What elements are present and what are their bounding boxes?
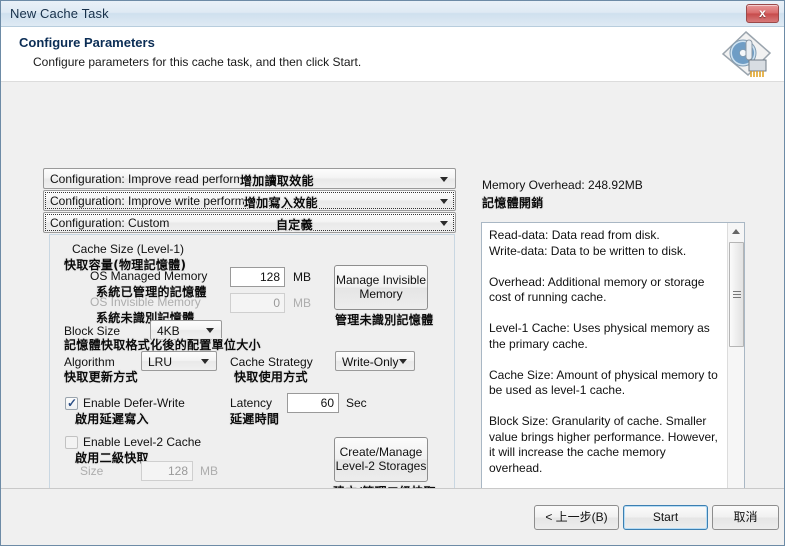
create-manage-line1: Create/Manage [339, 445, 423, 459]
latency-cjk: 延遲時間 [230, 412, 280, 426]
algorithm-label: Algorithm [64, 355, 115, 369]
config-combo-read-label: Configuration: Improve read performance [50, 172, 270, 186]
chevron-down-icon [440, 198, 448, 204]
checkmark-icon: ✓ [67, 396, 78, 410]
chevron-down-icon [201, 359, 209, 364]
scrollbar-thumb[interactable] [729, 242, 744, 347]
latency-label: Latency [230, 396, 273, 410]
enable-level2-cache-label: Enable Level-2 Cache [83, 435, 202, 449]
config-combo-custom-cjk: 自定義 [276, 218, 313, 232]
back-button-label: < 上一步(B) [545, 510, 608, 524]
create-manage-line2: Level-2 Storages [335, 459, 427, 473]
back-button[interactable]: < 上一步(B) [534, 505, 619, 530]
new-cache-task-window: New Cache Task x Configure Parameters Co… [0, 0, 785, 546]
latency-unit: Sec [346, 396, 367, 410]
algorithm-cjk: 快取更新方式 [64, 370, 138, 384]
enable-level2-cache-checkbox[interactable] [65, 436, 78, 449]
manage-invisible-memory-line2: Memory [359, 287, 403, 301]
cache-strategy-value: Write-Only [342, 355, 399, 369]
level2-size-label: Size [80, 464, 104, 478]
scroll-up-button[interactable] [728, 223, 744, 240]
title-bar: New Cache Task x [1, 1, 784, 27]
os-managed-memory-input[interactable]: 128 [230, 267, 285, 287]
page-subtitle: Configure parameters for this cache task… [33, 55, 362, 69]
config-combo-write-label: Configuration: Improve write performance [50, 194, 271, 208]
cancel-button-label: 取消 [733, 510, 758, 524]
config-combo-write-cjk: 增加寫入效能 [244, 196, 318, 210]
header-band: Configure Parameters Configure parameter… [1, 27, 784, 82]
latency-input[interactable]: 60 [287, 393, 339, 413]
cache-disk-icon [721, 30, 772, 77]
enable-defer-write-label: Enable Defer-Write [83, 396, 185, 410]
os-invisible-memory-label: OS Invisible Memory [90, 295, 201, 309]
algorithm-value: LRU [148, 355, 173, 369]
window-title: New Cache Task [10, 6, 109, 21]
create-manage-level2-storages-button[interactable]: Create/Manage Level-2 Storages [334, 437, 428, 482]
config-combo-custom[interactable]: Configuration: Custom 自定義 [43, 212, 456, 233]
config-combo-custom-label: Configuration: Custom [50, 216, 170, 230]
os-managed-memory-label: OS Managed Memory [90, 269, 208, 283]
footer-bar: < 上一步(B) Start 取消 [1, 488, 784, 545]
close-icon: x [759, 6, 766, 20]
manage-invisible-memory-line1: Manage Invisible [335, 273, 427, 287]
chevron-down-icon [440, 176, 448, 182]
close-button[interactable]: x [746, 4, 779, 23]
chevron-down-icon [206, 328, 214, 333]
start-button-label: Start [652, 510, 679, 524]
config-combo-write[interactable]: Configuration: Improve write performance… [43, 190, 456, 211]
enable-defer-write-cjk: 啟用延遲寫入 [75, 412, 149, 426]
chevron-up-icon [732, 229, 740, 234]
cache-strategy-cjk: 快取使用方式 [234, 370, 308, 384]
page-title: Configure Parameters [19, 35, 155, 50]
os-managed-memory-unit: MB [293, 270, 311, 284]
cache-strategy-combo[interactable]: Write-Only [335, 351, 415, 371]
config-combo-read-cjk: 增加讀取效能 [240, 174, 314, 188]
chevron-down-icon [399, 359, 407, 364]
manage-invisible-memory-button[interactable]: Manage Invisible Memory [334, 265, 428, 310]
cache-size-title: Cache Size (Level-1) [72, 242, 185, 256]
cache-strategy-label: Cache Strategy [230, 355, 313, 369]
algorithm-combo[interactable]: LRU [141, 351, 217, 371]
dialog-body: Configuration: Improve read performance … [1, 82, 784, 545]
chevron-down-icon [440, 220, 448, 226]
grip-icon [733, 291, 741, 298]
manage-invisible-memory-cjk: 管理未識別記憶體 [335, 313, 434, 327]
level2-size-input: 128 [141, 461, 193, 481]
level2-size-unit: MB [200, 464, 218, 478]
os-invisible-memory-input: 0 [230, 293, 285, 313]
os-invisible-memory-unit: MB [293, 296, 311, 310]
start-button[interactable]: Start [623, 505, 708, 530]
cancel-button[interactable]: 取消 [712, 505, 779, 530]
memory-overhead-value: Memory Overhead: 248.92MB [482, 178, 643, 192]
config-combo-read[interactable]: Configuration: Improve read performance … [43, 168, 456, 189]
enable-defer-write-checkbox[interactable]: ✓ [65, 396, 78, 410]
memory-overhead-cjk: 記憶體開銷 [482, 196, 544, 210]
